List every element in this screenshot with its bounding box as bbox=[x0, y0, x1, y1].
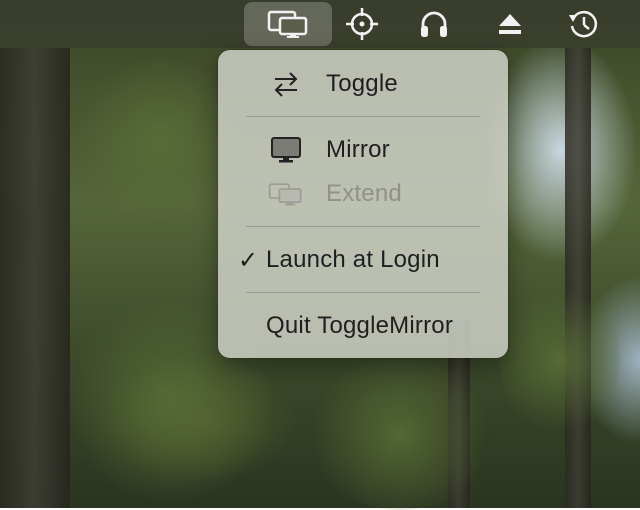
menu-item-extend: Extend bbox=[218, 172, 508, 216]
crosshair-icon bbox=[345, 7, 379, 41]
dual-monitor-icon bbox=[268, 178, 304, 210]
tree-trunk bbox=[0, 48, 70, 508]
menu-item-label: Toggle bbox=[326, 70, 398, 97]
time-machine-icon bbox=[567, 7, 601, 41]
menu-item-label: Extend bbox=[326, 180, 402, 207]
displays-icon bbox=[266, 9, 310, 39]
checkmark-icon: ✓ bbox=[238, 246, 259, 274]
menu-separator bbox=[246, 116, 480, 117]
menu-item-label: Mirror bbox=[326, 136, 390, 163]
menu-bar bbox=[0, 0, 640, 48]
swap-arrows-icon bbox=[268, 68, 304, 100]
menu-item-toggle[interactable]: Toggle bbox=[218, 62, 508, 106]
menu-item-launch-at-login[interactable]: ✓ Launch at Login bbox=[218, 238, 508, 282]
foliage bbox=[300, 360, 500, 510]
menu-separator bbox=[246, 292, 480, 293]
headphones-icon bbox=[418, 8, 450, 40]
eject-icon bbox=[496, 11, 524, 37]
menu-item-quit[interactable]: Quit ToggleMirror bbox=[218, 304, 508, 348]
togglemirror-menu: Toggle Mirror Extend ✓ Launch at Login Q… bbox=[218, 50, 508, 358]
crosshair-menu-extra[interactable] bbox=[340, 2, 384, 46]
displays-menu-extra[interactable] bbox=[244, 2, 332, 46]
headphones-menu-extra[interactable] bbox=[412, 2, 456, 46]
menu-item-label: Launch at Login bbox=[266, 246, 440, 273]
foliage bbox=[500, 280, 620, 440]
eject-menu-extra[interactable] bbox=[488, 2, 532, 46]
menu-item-mirror[interactable]: Mirror bbox=[218, 128, 508, 172]
menu-item-label: Quit ToggleMirror bbox=[266, 312, 454, 339]
menu-separator bbox=[246, 226, 480, 227]
monitor-icon bbox=[268, 134, 304, 166]
time-machine-menu-extra[interactable] bbox=[562, 2, 606, 46]
